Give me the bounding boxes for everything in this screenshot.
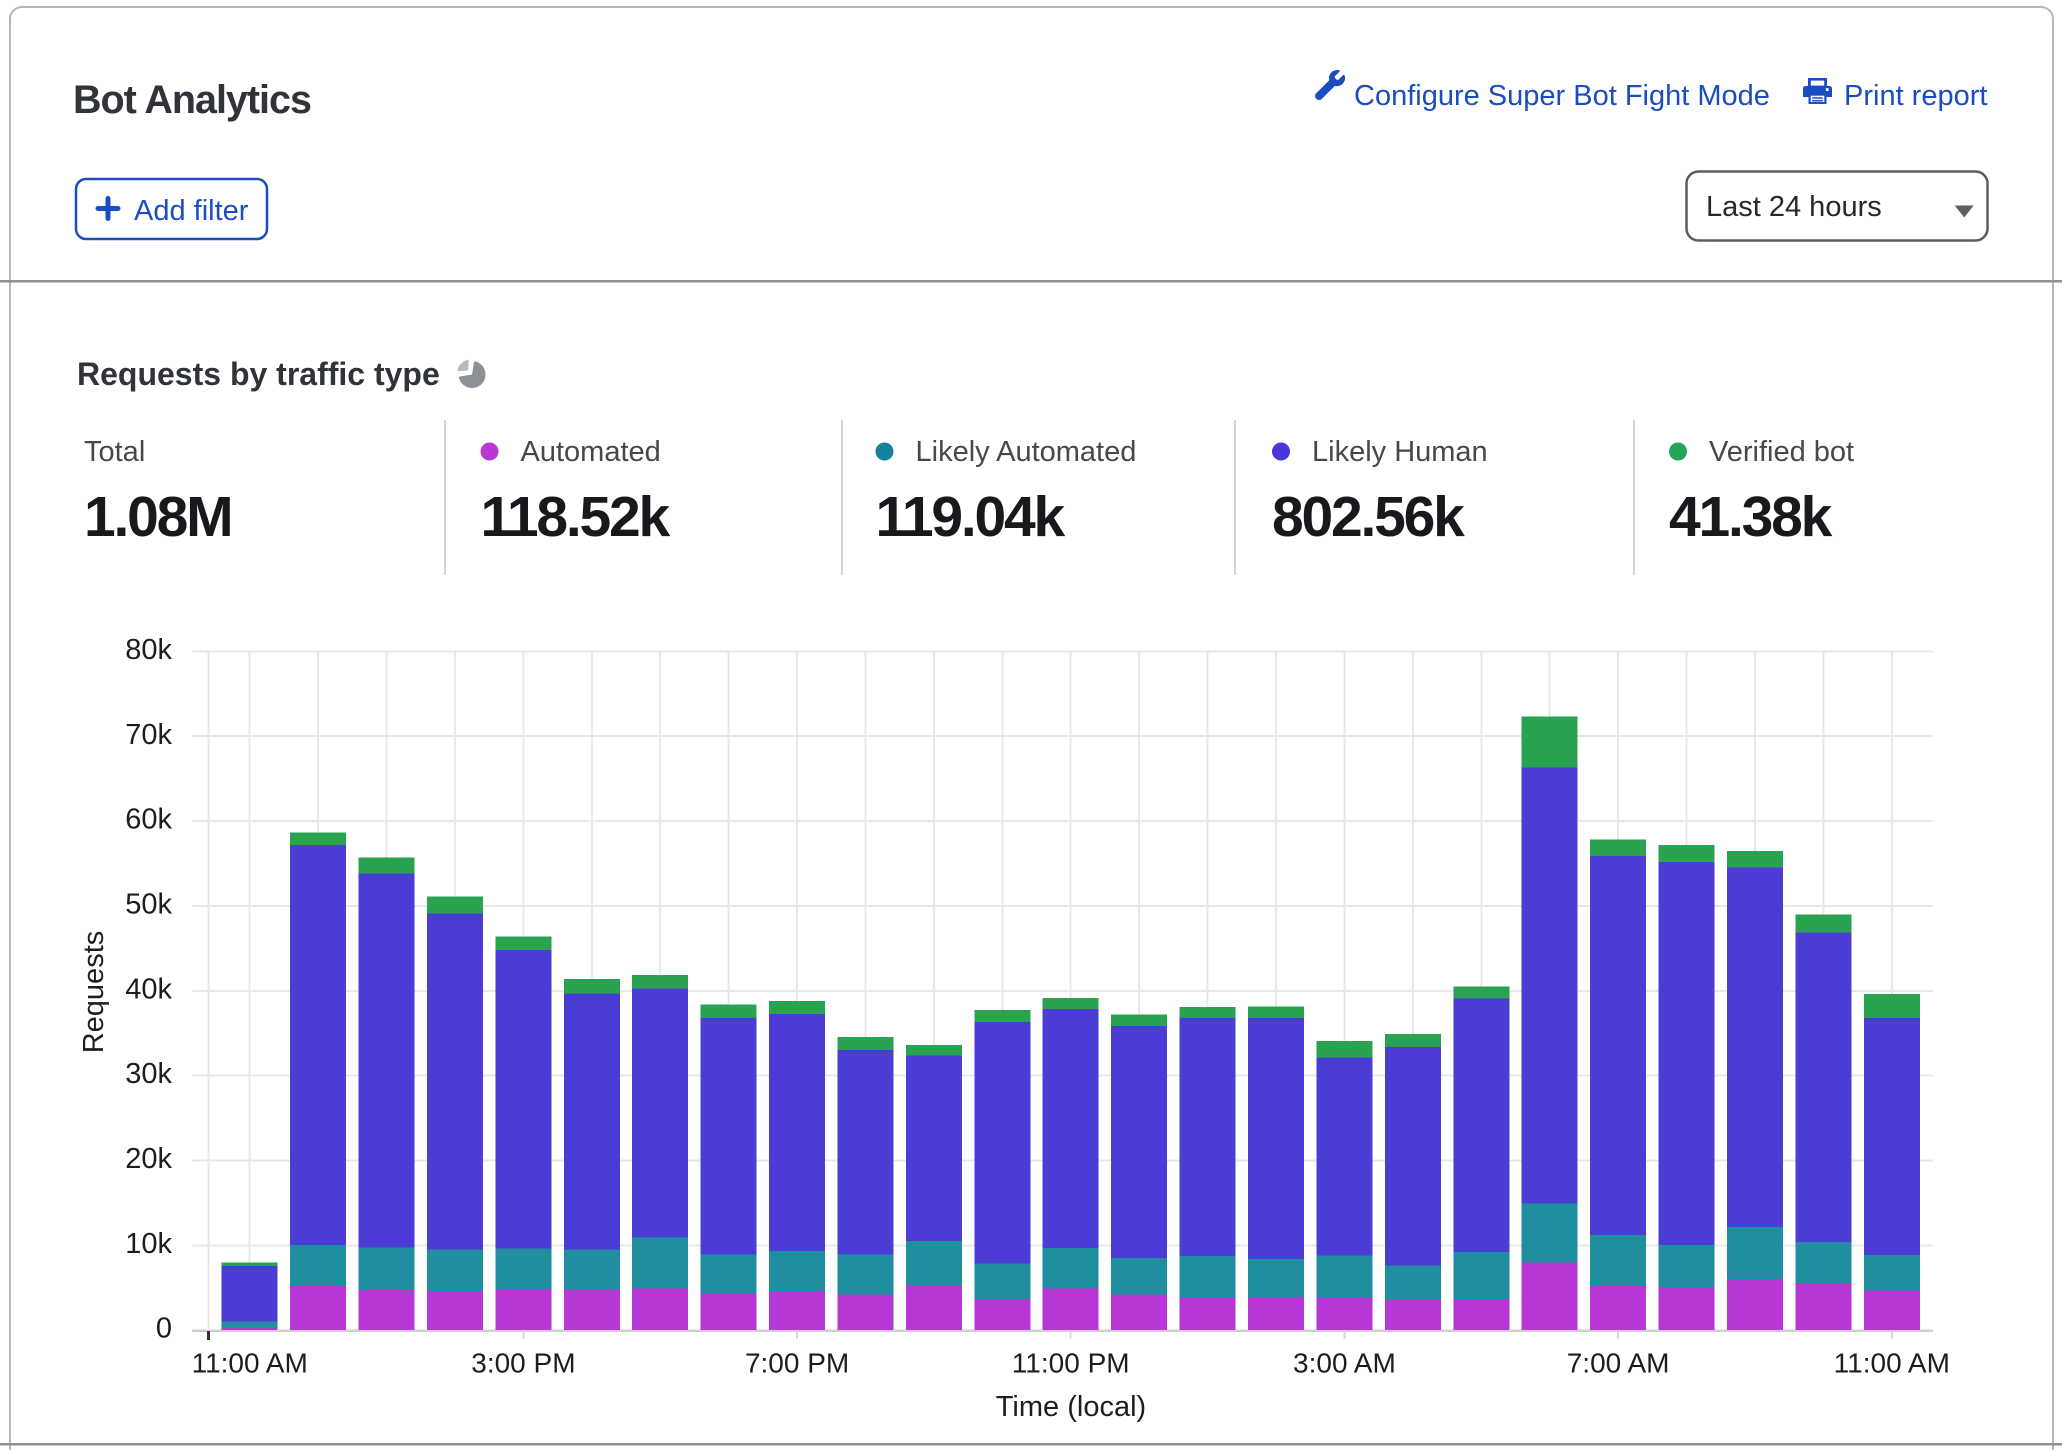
svg-text:Bot Analytics: Bot Analytics: [73, 78, 311, 122]
svg-text:7:00 PM: 7:00 PM: [745, 1348, 849, 1379]
svg-text:Likely Automated: Likely Automated: [916, 436, 1137, 468]
svg-text:Add filter: Add filter: [134, 195, 249, 227]
svg-text:60k: 60k: [125, 804, 172, 836]
svg-text:3:00 AM: 3:00 AM: [1293, 1348, 1396, 1379]
svg-text:Likely Human: Likely Human: [1312, 436, 1488, 468]
svg-text:11:00 AM: 11:00 AM: [1834, 1348, 1950, 1379]
svg-text:119.04k: 119.04k: [876, 485, 1066, 549]
svg-text:41.38k: 41.38k: [1669, 485, 1833, 549]
svg-text:Requests by traffic type: Requests by traffic type: [77, 356, 440, 392]
svg-text:Verified bot: Verified bot: [1709, 436, 1854, 468]
svg-text:Print report: Print report: [1844, 80, 1987, 112]
svg-text:Time (local): Time (local): [996, 1391, 1146, 1423]
svg-text:Configure Super Bot Fight Mode: Configure Super Bot Fight Mode: [1354, 80, 1770, 112]
svg-text:0: 0: [156, 1313, 172, 1345]
svg-text:10k: 10k: [125, 1228, 172, 1260]
svg-text:1.08M: 1.08M: [84, 485, 231, 549]
svg-text:Automated: Automated: [521, 436, 661, 468]
svg-text:7:00 AM: 7:00 AM: [1567, 1348, 1670, 1379]
svg-text:20k: 20k: [125, 1143, 172, 1175]
svg-text:Requests: Requests: [78, 931, 110, 1054]
svg-text:11:00 PM: 11:00 PM: [1012, 1348, 1130, 1379]
svg-text:Total: Total: [84, 436, 145, 468]
svg-text:118.52k: 118.52k: [481, 485, 671, 549]
svg-text:50k: 50k: [125, 888, 172, 920]
svg-text:40k: 40k: [125, 973, 172, 1005]
svg-text:802.56k: 802.56k: [1272, 485, 1465, 549]
svg-text:3:00 PM: 3:00 PM: [471, 1348, 575, 1379]
svg-text:30k: 30k: [125, 1058, 172, 1090]
svg-text:70k: 70k: [125, 719, 172, 751]
svg-text:Last 24 hours: Last 24 hours: [1706, 191, 1882, 223]
svg-text:80k: 80k: [125, 634, 172, 666]
svg-text:11:00 AM: 11:00 AM: [192, 1348, 308, 1379]
